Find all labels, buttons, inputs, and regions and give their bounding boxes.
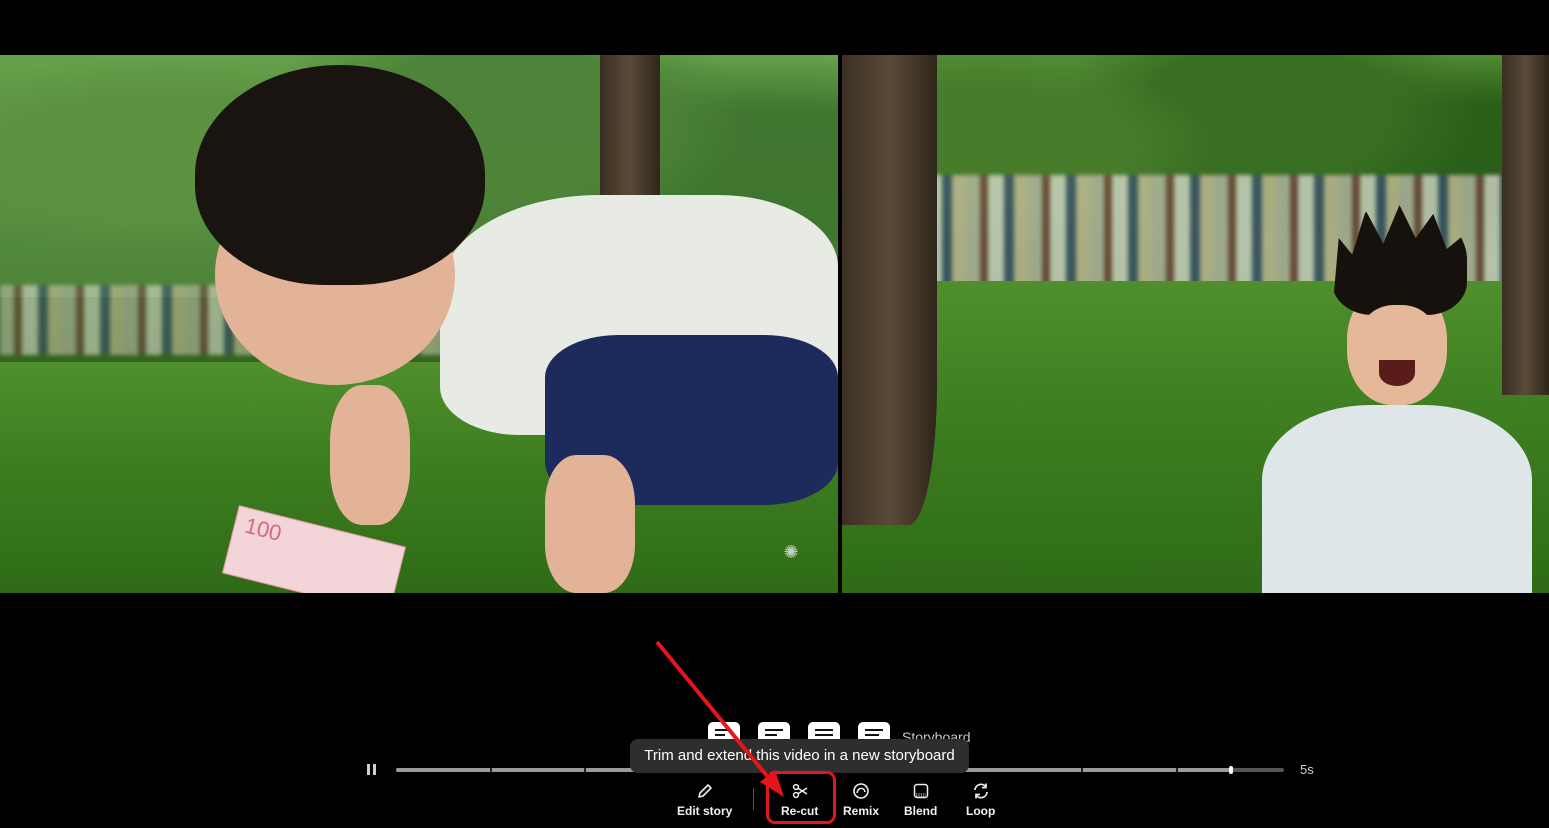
edit-story-button[interactable]: Edit story	[677, 782, 732, 818]
loop-button[interactable]: Loop	[966, 782, 995, 818]
edit-story-label: Edit story	[677, 804, 733, 818]
remix-label: Remix	[843, 804, 880, 818]
loop-icon	[973, 783, 988, 799]
video-frame-left: 100 ✺	[0, 55, 838, 593]
child-hair	[195, 65, 485, 285]
duration-label: 5s	[1300, 762, 1314, 777]
timeline-playhead[interactable]	[1228, 766, 1233, 774]
tree-trunk-right	[1502, 55, 1549, 395]
highlight-box	[766, 771, 836, 824]
recut-tooltip: Trim and extend this video in a new stor…	[630, 739, 969, 773]
timeline-segment-mark	[1081, 768, 1083, 772]
child-arm	[330, 385, 410, 525]
timeline-segment-mark	[1176, 768, 1178, 772]
timeline-segment-mark	[584, 768, 586, 772]
toolbar-divider	[753, 788, 754, 810]
blend-button[interactable]: Blend	[904, 782, 937, 818]
tree-trunk	[600, 55, 660, 205]
pause-icon[interactable]	[366, 763, 378, 777]
video-frame-right	[842, 55, 1549, 593]
loop-label: Loop	[966, 804, 996, 818]
child-mouth	[1379, 360, 1415, 386]
blend-label: Blend	[904, 804, 938, 818]
remix-icon	[853, 783, 869, 799]
pencil-icon	[697, 784, 712, 798]
openai-logo-icon: ✺	[783, 542, 799, 562]
child-leg	[545, 455, 635, 593]
blend-icon	[913, 783, 928, 799]
child-face-lower	[1354, 305, 1442, 405]
remix-button[interactable]: Remix	[843, 782, 879, 818]
banknote-text: 100	[242, 512, 285, 546]
timeline-segment-mark	[490, 768, 492, 772]
child-shirt	[1262, 405, 1532, 593]
tree-trunk-left	[842, 55, 937, 525]
